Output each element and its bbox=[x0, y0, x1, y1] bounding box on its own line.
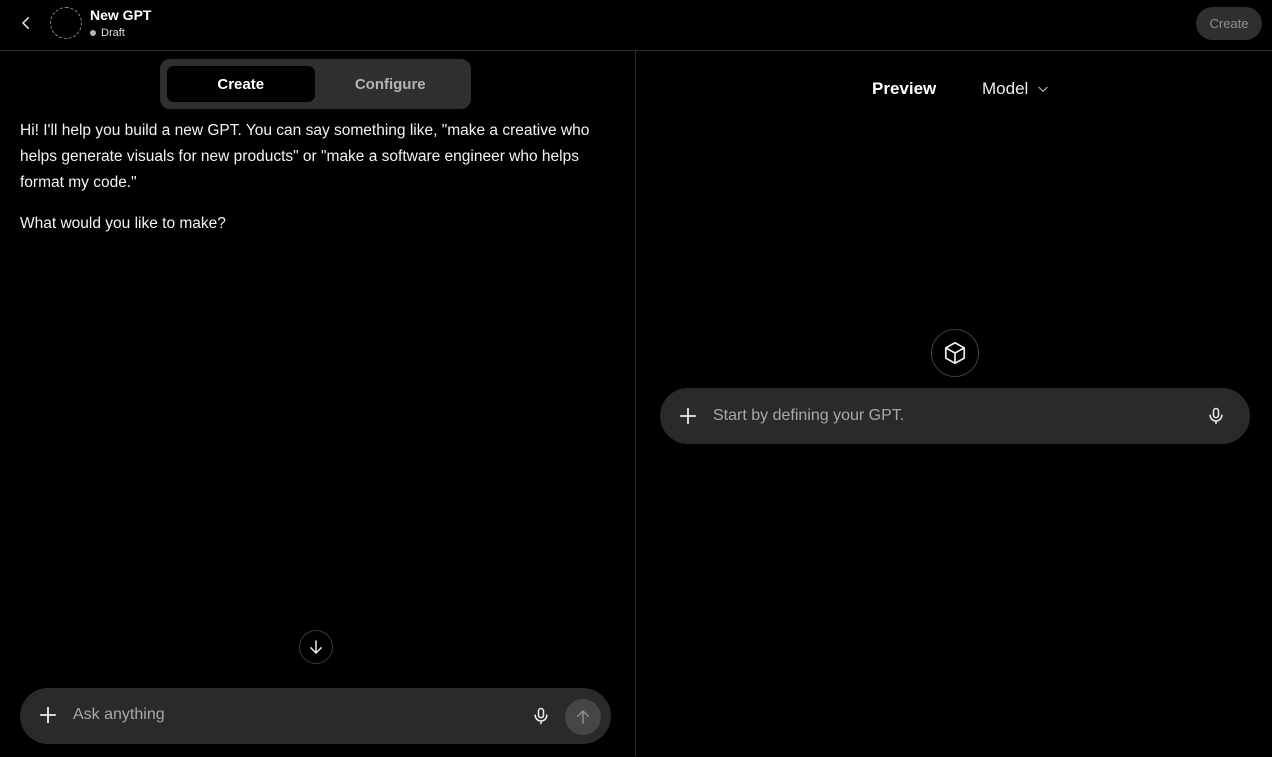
status-dot bbox=[90, 30, 96, 36]
message-paragraph: Hi! I'll help you build a new GPT. You c… bbox=[20, 122, 590, 191]
status-label: Draft bbox=[101, 27, 125, 39]
preview-composer: Start by defining your GPT. bbox=[660, 388, 1250, 444]
back-button[interactable] bbox=[14, 11, 38, 35]
gpt-name: New GPT bbox=[90, 7, 152, 23]
plus-icon[interactable] bbox=[37, 704, 59, 726]
pane-divider bbox=[635, 51, 636, 757]
gpt-avatar[interactable] bbox=[50, 7, 82, 39]
arrow-up-icon bbox=[577, 710, 589, 724]
message-paragraph: What would you like to make? bbox=[20, 215, 226, 232]
model-label: Model bbox=[982, 79, 1029, 98]
microphone-icon[interactable] bbox=[531, 705, 551, 727]
assistant-message: Hi! I'll help you build a new GPT. You c… bbox=[20, 118, 620, 237]
chevron-left-icon bbox=[22, 17, 29, 29]
model-dropdown[interactable]: Model bbox=[982, 79, 1050, 99]
tab-configure[interactable]: Configure bbox=[317, 66, 465, 102]
mode-segmented-control: Create Configure bbox=[160, 59, 471, 109]
arrow-down-icon bbox=[310, 640, 322, 654]
gpt-builder-app: New GPT Draft Create Create Configure Hi… bbox=[0, 0, 1272, 757]
plus-icon[interactable] bbox=[677, 405, 699, 427]
chevron-down-icon bbox=[1038, 86, 1048, 92]
scroll-to-bottom-button[interactable] bbox=[299, 630, 333, 664]
builder-composer: Ask anything bbox=[20, 688, 611, 744]
gpt-status: Draft bbox=[90, 27, 125, 39]
create-button[interactable]: Create bbox=[1196, 7, 1262, 40]
preview-input[interactable]: Start by defining your GPT. bbox=[713, 407, 904, 425]
send-button[interactable] bbox=[565, 699, 601, 735]
gpt-placeholder-avatar bbox=[931, 329, 979, 377]
tab-create[interactable]: Create bbox=[167, 66, 315, 102]
cube-icon bbox=[944, 341, 966, 365]
top-bar: New GPT Draft Create bbox=[0, 0, 1272, 51]
preview-title: Preview bbox=[872, 79, 937, 98]
microphone-icon[interactable] bbox=[1206, 405, 1226, 427]
builder-input[interactable]: Ask anything bbox=[73, 706, 165, 724]
